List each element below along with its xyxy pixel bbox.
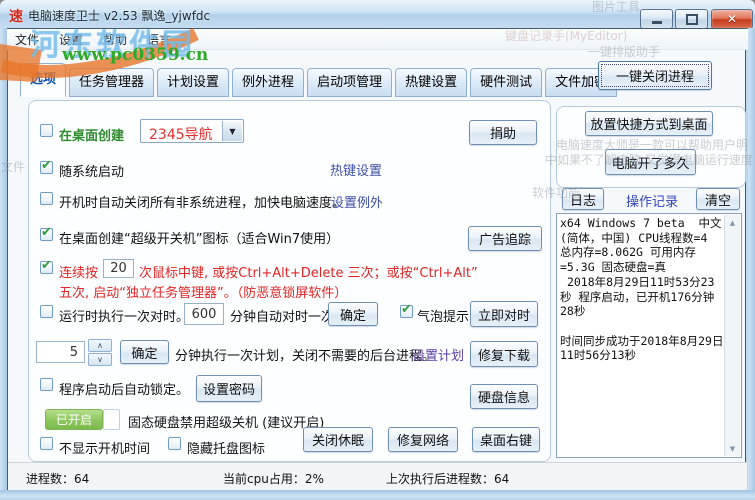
disk-info-button[interactable]: 硬盘信息 [470,384,538,409]
checkbox-time-sync[interactable] [40,305,53,318]
check-icon: ✔ [401,302,412,317]
hide-tray-label: 隐藏托盘图标 [187,442,266,457]
tab-plan-settings[interactable]: 计划设置 [157,68,230,97]
app-icon: 速 [9,9,23,25]
ad-tracking-button[interactable]: 广告追踪 [468,226,542,251]
menu-settings[interactable]: 设置 [59,31,83,48]
place-shortcut-button[interactable]: 放置快捷方式到桌面 [585,111,713,136]
checkbox-autostart[interactable]: ✔ [40,158,53,174]
checkbox-close-nonsystem[interactable] [40,192,53,205]
middle-click-prefix: 连续按 [59,266,99,281]
spinner-down-icon[interactable]: ∨ [88,353,112,366]
middle-click-line2: 五次, 启动“独立任务管理器”。（防恶意锁屏软件） [59,286,348,301]
log-button[interactable]: 日志 [562,188,604,210]
window-border-bottom [0,490,755,500]
spinner-up-icon[interactable]: ∧ [88,339,112,352]
restore-icon [685,13,698,25]
set-password-button[interactable]: 设置密码 [196,375,262,402]
scroll-up-icon[interactable]: ▲ [725,215,740,230]
navigation-dropdown[interactable]: 2345导航 ▼ [140,119,244,143]
clear-log-button[interactable]: 清空 [696,188,740,210]
kill-processes-button[interactable]: 一键关闭进程 [598,61,712,90]
desktop-create-label: 在桌面创建 [59,129,125,144]
log-text: x64 Windows 7 beta 中文(简体，中国) CPU线程数=4 总内… [560,216,724,363]
tab-hotkey-settings[interactable]: 热键设置 [395,68,468,97]
checkbox-middle-click[interactable]: ✔ [40,258,53,274]
status-process-count: 进程数：64 [26,472,90,486]
scroll-down-icon[interactable]: ▼ [725,441,740,456]
menu-bar: 文件 设置 帮助 语言 [7,29,748,50]
menu-file[interactable]: 文件 [15,31,39,48]
time-sync-label: 运行时执行一次对时。 [59,310,190,325]
no-boot-time-label: 不显示开机时间 [59,442,151,457]
middle-click-suffix: 次鼠标中键, 或按Ctrl+Alt+Delete 三次；或按“Ctrl+Alt” [139,266,478,281]
tab-exception-processes[interactable]: 例外进程 [232,68,305,97]
middle-click-count-input[interactable]: 20 [103,259,134,278]
bubble-tips-label: 气泡提示 [417,310,470,325]
plan-label: 分钟执行一次计划，关闭不需要的后台进程。 [175,349,436,364]
chevron-down-icon[interactable]: ▼ [222,121,242,141]
autostart-label: 随系统启动 [59,165,125,180]
menu-help[interactable]: 帮助 [103,31,127,48]
status-cpu-usage: 当前cpu占用：2% [223,472,324,486]
menu-language[interactable]: 语言 [147,31,171,48]
checkbox-no-boot-time[interactable] [40,437,53,450]
checkbox-bubble-tips[interactable]: ✔ [400,302,413,318]
checkbox-hide-tray[interactable] [168,437,181,450]
window-border-left [0,28,7,491]
fix-network-button[interactable]: 修复网络 [388,427,458,452]
status-bar: 进程数：64 当前cpu占用：2% 上次执行后进程数：64 [8,462,747,490]
sync-now-button[interactable]: 立即对时 [470,301,538,327]
close-icon: ✕ [726,12,738,26]
tab-task-manager[interactable]: 任务管理器 [69,68,155,97]
close-nonsystem-label: 开机时自动关闭所有非系统进程，加快电脑速度。 [59,196,346,211]
set-exceptions-link[interactable]: 设置例外 [331,192,383,211]
tab-strip: 选项 任务管理器 计划设置 例外进程 启动项管理 热键设置 硬件测试 文件加密 [20,63,618,97]
uptime-button[interactable]: 电脑开了多久 [605,149,696,175]
tab-hardware-test[interactable]: 硬件测试 [470,68,543,97]
window-border-right [748,28,755,491]
close-hibernate-button[interactable]: 关闭休眠 [303,427,373,452]
plan-ok-button[interactable]: 确定 [120,340,169,364]
desktop-right-click-button[interactable]: 桌面右键 [472,427,540,452]
auto-lock-label: 程序启动后自动锁定。 [59,383,190,398]
checkbox-desktop-create[interactable] [40,124,53,137]
time-sync-ok-button[interactable]: 确定 [328,302,378,326]
check-icon: ✔ [41,258,52,273]
check-icon: ✔ [41,225,52,240]
checkbox-super-switch[interactable]: ✔ [40,225,53,241]
checkbox-auto-lock[interactable] [40,378,53,391]
app-window: 速 电脑速度卫士 v2.53 飘逸_yjwfdc ✕ 文件 设置 帮助 语言 选… [0,0,755,500]
set-plan-link[interactable]: 设置计划 [412,345,464,364]
ssd-toggle[interactable]: 已开启 [45,409,103,430]
log-title: 操作记录 [626,195,679,210]
minimize-button[interactable] [640,9,673,29]
plan-minutes-spinner: ∧ ∨ [88,339,112,366]
ssd-toggle-track[interactable] [103,409,120,430]
restore-button[interactable] [675,9,708,29]
window-title: 电脑速度卫士 v2.53 飘逸_yjwfdc [28,9,211,23]
status-after-last: 上次执行后进程数：64 [386,472,510,486]
close-button[interactable]: ✕ [711,9,753,29]
log-textarea[interactable]: x64 Windows 7 beta 中文(简体，中国) CPU线程数=4 总内… [556,213,742,458]
tab-options[interactable]: 选项 [20,63,67,97]
log-scrollbar[interactable]: ▲ ▼ [724,215,740,456]
ssd-label: 固态硬盘禁用超级关机 (建议开启) [128,416,325,431]
fix-download-button[interactable]: 修复下载 [470,341,538,367]
check-icon: ✔ [41,158,52,173]
donate-button[interactable]: 捐助 [469,120,537,145]
time-sync-minutes-input[interactable]: 600 [184,303,224,325]
hotkey-settings-link[interactable]: 热键设置 [330,160,382,179]
tab-startup-management[interactable]: 启动项管理 [307,68,393,97]
navigation-dropdown-value: 2345导航 [149,127,213,143]
super-switch-label: 在桌面创建“超级开关机”图标（适合Win7使用） [59,232,340,247]
minimize-icon [651,20,662,24]
plan-minutes-input[interactable]: 5 [36,341,85,363]
